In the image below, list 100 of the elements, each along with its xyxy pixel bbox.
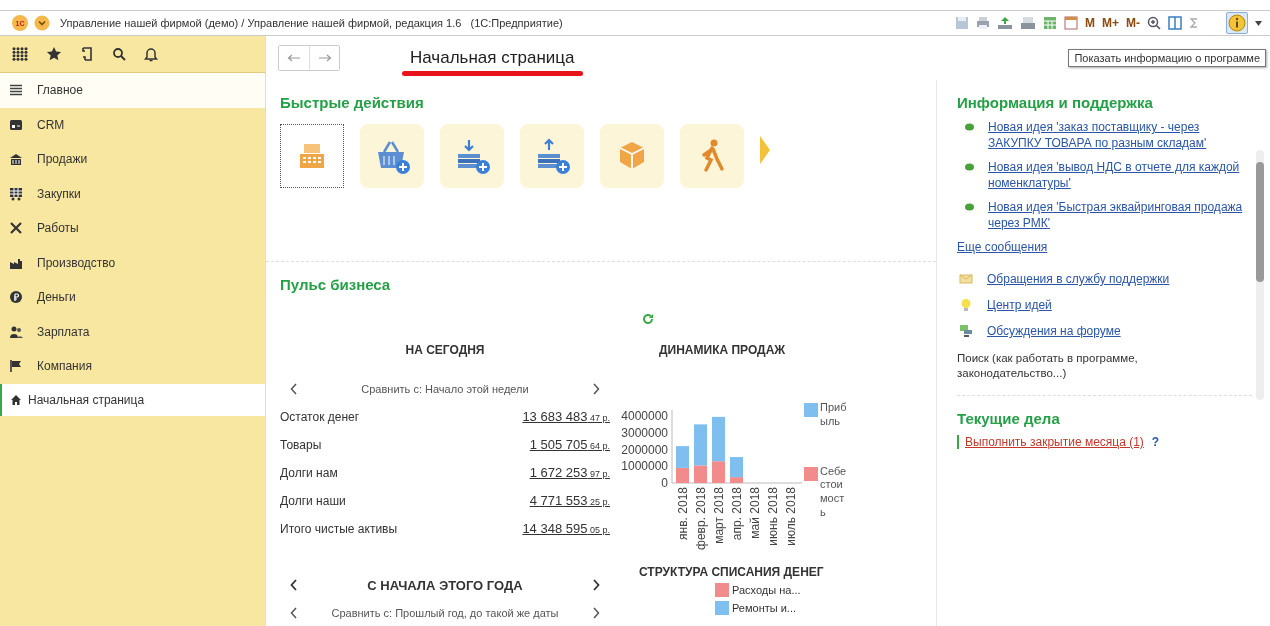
tools-icon [9, 221, 23, 236]
zoom-icon[interactable] [1147, 16, 1161, 30]
sidebar-item[interactable]: Главное [0, 73, 265, 108]
axis-tick-label: 4000000 [621, 409, 668, 423]
caret-icon[interactable] [1255, 20, 1262, 26]
chevron-left-icon[interactable] [290, 579, 298, 591]
history-icon[interactable] [80, 46, 94, 62]
chart-title: ДИНАМИКА ПРОДАЖ [658, 343, 787, 357]
search-hint: Поиск (как работать в программе, законодательство...) [957, 351, 1139, 381]
chat-icon [959, 324, 973, 338]
money-out-button[interactable] [520, 124, 584, 188]
memory-button[interactable]: M [1085, 16, 1095, 30]
sidebar-item[interactable]: Компания [0, 349, 265, 384]
legend-label: Ремонты и... [732, 602, 797, 614]
chevron-left-icon[interactable] [290, 383, 298, 395]
apps-grid-icon[interactable] [12, 47, 28, 61]
help-link[interactable]: ? [1151, 435, 1160, 449]
metric-label: Товары [280, 437, 322, 454]
open-window-item[interactable]: Начальная страница [0, 383, 265, 416]
print-icon[interactable] [976, 16, 990, 30]
walker-button[interactable] [680, 124, 744, 188]
amount-link[interactable]: 4 771 553 25 р. [529, 487, 610, 516]
upload-icon[interactable] [997, 16, 1013, 30]
legend-swatch [804, 466, 818, 481]
calendar-icon[interactable] [1064, 16, 1078, 30]
metric-label: Остаток денег [280, 409, 360, 426]
scrollbar-thumb[interactable] [1256, 162, 1264, 282]
block-title: НА СЕГОДНЯ [404, 343, 486, 357]
news-link[interactable]: Новая идея 'Быстрая эквайринговая продажа через РМК' [988, 199, 1252, 231]
task-link[interactable]: Выполнить закрытие месяца (1) [965, 435, 1144, 449]
window-title: Управление нашей фирмой (демо) / Управление нашей фирмой, редакция 1.6 (1С:Предприятие) [60, 17, 563, 29]
legend-label: Расходы на... [732, 584, 801, 596]
section-title: Информация и поддержка [957, 94, 1154, 111]
lightbulb-icon [959, 298, 973, 312]
cart-icon [9, 186, 23, 201]
search-icon[interactable] [112, 47, 126, 61]
id-card-icon [9, 117, 23, 132]
amount-link[interactable]: 14 348 595 05 р. [522, 515, 610, 544]
support-link[interactable]: Обращения в службу поддержки [987, 271, 1170, 287]
axis-tick-label: май 2018 [748, 487, 762, 539]
news-link[interactable]: Новая идея 'вывод НДС в отчете для каждой номенклатуры' [988, 159, 1252, 191]
chevron-right-icon[interactable] [592, 383, 600, 395]
info-button[interactable] [1226, 12, 1248, 34]
sidebar-item[interactable]: Деньги [0, 280, 265, 315]
section-title: Быстрые действия [280, 94, 425, 111]
axis-tick-label: июль 2018 [784, 487, 798, 546]
sidebar-item[interactable]: CRM [0, 107, 265, 142]
compare-selector[interactable]: Сравнить с: Начало этой недели [361, 383, 529, 395]
refresh-icon[interactable] [642, 313, 654, 325]
axis-tick-label: 1000000 [621, 459, 668, 474]
sidebar-item[interactable]: Зарплата [0, 314, 265, 349]
section-title: Пульс бизнеса [280, 276, 392, 293]
page-title: Начальная страница [410, 48, 575, 68]
bell-icon[interactable] [144, 46, 158, 62]
news-link[interactable]: Новая идея 'заказ поставщику - через ЗАКУПКУ ТОВАРА по разным складам' [988, 119, 1252, 151]
chart-title: СТРУКТУРА СПИСАНИЯ ДЕНЕГ [638, 565, 825, 579]
memory-button[interactable]: M+ [1102, 16, 1119, 30]
tooltip: Показать информацию о программе [1068, 49, 1266, 67]
basket-add-button[interactable] [360, 124, 424, 188]
section-title: Текущие дела [957, 410, 1061, 427]
arrow-right-icon [317, 54, 332, 62]
menu-icon [9, 83, 23, 98]
support-link[interactable]: Центр идей [987, 297, 1052, 313]
metric-label: Итого чистые активы [280, 521, 398, 538]
cash-register-button[interactable] [280, 124, 344, 188]
bullet-icon [965, 203, 974, 211]
bullet-icon [965, 123, 974, 131]
people-icon [9, 324, 23, 339]
compare-selector[interactable]: Сравнить с: Прошлый год, до такой же даты [331, 607, 559, 619]
table-icon[interactable] [1043, 16, 1057, 30]
star-icon[interactable] [46, 46, 62, 62]
preview-icon[interactable] [1020, 16, 1036, 30]
chevron-right-icon[interactable] [592, 579, 600, 591]
shop-icon [9, 152, 23, 167]
sidebar-item[interactable]: Закупки [0, 176, 265, 211]
money-in-button[interactable] [440, 124, 504, 188]
axis-tick-label: март 2018 [712, 487, 726, 544]
support-link[interactable]: Обсуждения на форуме [987, 323, 1121, 339]
amount-link[interactable]: 13 683 483 47 р. [522, 403, 610, 432]
axis-tick-label: 2000000 [621, 442, 668, 457]
panel-icon[interactable] [1168, 16, 1182, 30]
axis-tick-label: апр. 2018 [730, 487, 744, 541]
chevron-left-icon[interactable] [290, 607, 298, 619]
scrollbar[interactable] [1256, 150, 1264, 400]
ruble-coin-icon [9, 290, 23, 305]
amount-link[interactable]: 1 505 705 64 р. [529, 431, 610, 460]
memory-button[interactable]: M- [1126, 16, 1140, 30]
dropdown-icon[interactable] [34, 15, 50, 31]
chevron-right-icon[interactable] [592, 607, 600, 619]
bullet-icon [965, 163, 974, 171]
legend-swatch [804, 403, 818, 417]
axis-tick-label: 0 [661, 476, 668, 490]
sidebar-item[interactable]: Работы [0, 211, 265, 246]
flag-icon [9, 359, 23, 374]
sidebar-item[interactable]: Продажи [0, 142, 265, 177]
axis-tick-label: 3000000 [621, 425, 668, 440]
sidebar-item[interactable]: Производство [0, 245, 265, 280]
amount-link[interactable]: 1 672 253 97 р. [529, 459, 610, 488]
more-messages-link[interactable]: Еще сообщения [957, 239, 1252, 255]
arrow-left-icon [287, 54, 301, 62]
